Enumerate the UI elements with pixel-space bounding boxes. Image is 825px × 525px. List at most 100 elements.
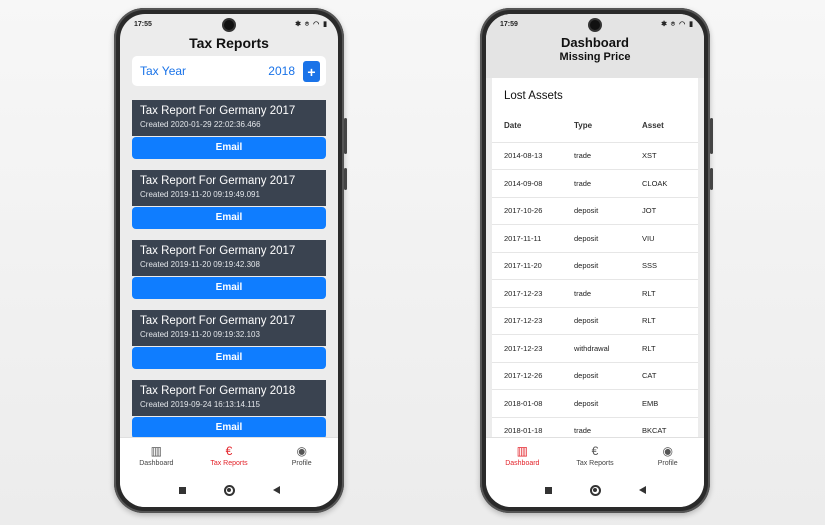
status-icons: ✱ ⌾ ◠ ▮ [661, 20, 694, 28]
cell-type: deposit [562, 197, 630, 225]
screen-tax-reports: 17:55 ✱ ⌾ ◠ ▮ Tax Reports Tax Year 2018 … [120, 14, 338, 507]
email-button[interactable]: Email [132, 277, 326, 299]
page-subtitle: Missing Price [559, 51, 631, 63]
report-created: Created 2019-11-20 09:19:42.308 [140, 260, 260, 269]
cell-asset: CAT [630, 362, 698, 390]
system-nav-bar [120, 473, 338, 507]
tax-year-label: Tax Year [140, 64, 187, 78]
back-icon[interactable] [272, 486, 280, 494]
table-header-row: Date Type Asset [492, 120, 698, 143]
table-row: 2017-12-26 deposit CAT [492, 362, 698, 390]
report-title: Tax Report For Germany 2017 [140, 315, 296, 327]
tab-label: Dashboard [139, 460, 174, 467]
cell-asset: RLT [630, 307, 698, 335]
table-row: 2014-08-13 trade XST [492, 142, 698, 170]
report-header[interactable]: Tax Report For Germany 2017 Created 2019… [132, 310, 326, 346]
dashboard-header: Dashboard Missing Price [486, 34, 704, 78]
tab-tax-reports[interactable]: € Tax Reports [559, 438, 632, 473]
cell-asset: CLOAK [630, 169, 698, 198]
cell-type: trade [562, 279, 630, 308]
recents-icon[interactable] [178, 486, 186, 494]
report-created: Created 2019-09-24 16:13:14.115 [140, 400, 260, 409]
email-button[interactable]: Email [132, 207, 326, 229]
cell-date: 2017-10-26 [492, 197, 562, 225]
report-header[interactable]: Tax Report For Germany 2017 Created 2019… [132, 240, 326, 276]
plus-icon: + [307, 63, 316, 80]
cell-type: trade [562, 142, 630, 170]
tab-label: Profile [291, 460, 312, 467]
euro-icon: € [591, 444, 599, 458]
cell-type: withdrawal [562, 334, 630, 363]
chart-icon: ▥ [516, 444, 528, 458]
card-title: Lost Assets [504, 90, 563, 102]
report-header[interactable]: Tax Report For Germany 2018 Created 2019… [132, 380, 326, 416]
table-row: 2014-09-08 trade CLOAK [492, 169, 698, 198]
tab-tax-reports[interactable]: € Tax Reports [193, 438, 266, 473]
lost-assets-table: Date Type Asset 2014-08-13 trade XST 2014-… [492, 120, 698, 437]
cell-asset: VIU [630, 224, 698, 253]
cell-type: deposit [562, 307, 630, 335]
tab-label: Dashboard [505, 460, 540, 467]
email-button[interactable]: Email [132, 347, 326, 369]
cell-asset: XST [630, 142, 698, 170]
report-title: Tax Report For Germany 2017 [140, 245, 296, 257]
tax-year-select[interactable]: 2018 [268, 64, 295, 78]
cell-type: deposit [562, 389, 630, 418]
front-camera [590, 20, 600, 30]
tab-label: Profile [657, 460, 678, 467]
cell-date: 2018-01-08 [492, 389, 562, 418]
email-button[interactable]: Email [132, 137, 326, 159]
table-row: 2017-11-11 deposit VIU [492, 224, 698, 253]
cell-date: 2017-12-23 [492, 307, 562, 335]
column-header-asset: Asset [630, 120, 698, 143]
system-nav-bar [486, 473, 704, 507]
home-icon[interactable] [223, 484, 235, 496]
cell-asset: RLT [630, 334, 698, 363]
cell-date: 2017-11-20 [492, 252, 562, 280]
report-title: Tax Report For Germany 2018 [140, 385, 296, 397]
table-row: 2018-01-08 deposit EMB [492, 389, 698, 418]
table-row: 2017-12-23 trade RLT [492, 279, 698, 308]
tab-label: Tax Reports [210, 460, 248, 467]
report-created: Created 2019-11-20 09:19:32.103 [140, 330, 260, 339]
recents-icon[interactable] [544, 486, 552, 494]
email-button[interactable]: Email [132, 417, 326, 439]
cell-date: 2017-12-23 [492, 279, 562, 308]
screen-dashboard: 17:59 ✱ ⌾ ◠ ▮ Dashboard Missing Price Lo… [486, 14, 704, 507]
table-row: 2017-12-23 deposit RLT [492, 307, 698, 335]
cell-asset: RLT [630, 279, 698, 308]
report-header[interactable]: Tax Report For Germany 2017 Created 2020… [132, 100, 326, 136]
cell-asset: BKCAT [630, 417, 698, 437]
cell-date: 2014-08-13 [492, 142, 562, 170]
report-item: Tax Report For Germany 2017 Created 2020… [132, 100, 326, 159]
volume-button [344, 118, 347, 154]
volume-button [710, 118, 713, 154]
table-row: 2017-10-26 deposit JOT [492, 197, 698, 225]
table-row: 2017-11-20 deposit SSS [492, 252, 698, 280]
cell-date: 2018-01-18 [492, 417, 562, 437]
status-time: 17:59 [500, 20, 518, 28]
tab-label: Tax Reports [576, 460, 614, 467]
cell-asset: EMB [630, 389, 698, 418]
report-item: Tax Report For Germany 2017 Created 2019… [132, 240, 326, 299]
report-item: Tax Report For Germany 2017 Created 2019… [132, 170, 326, 229]
cell-date: 2017-12-26 [492, 362, 562, 390]
report-header[interactable]: Tax Report For Germany 2017 Created 2019… [132, 170, 326, 206]
add-report-button[interactable]: + [303, 60, 320, 82]
cell-date: 2014-09-08 [492, 169, 562, 198]
report-item: Tax Report For Germany 2017 Created 2019… [132, 310, 326, 369]
home-icon[interactable] [589, 484, 601, 496]
tab-dashboard[interactable]: ▥ Dashboard [120, 438, 193, 473]
report-created: Created 2020-01-29 22:02:36.466 [140, 120, 261, 129]
front-camera [224, 20, 234, 30]
tab-dashboard[interactable]: ▥ Dashboard [486, 438, 559, 473]
power-button [344, 168, 347, 190]
cell-asset: JOT [630, 197, 698, 225]
tab-profile[interactable]: ◉ Profile [265, 438, 338, 473]
back-icon[interactable] [638, 486, 646, 494]
report-item: Tax Report For Germany 2018 Created 2019… [132, 380, 326, 439]
cell-type: deposit [562, 362, 630, 390]
tab-profile[interactable]: ◉ Profile [631, 438, 704, 473]
power-button [710, 168, 713, 190]
chart-icon: ▥ [150, 444, 162, 458]
